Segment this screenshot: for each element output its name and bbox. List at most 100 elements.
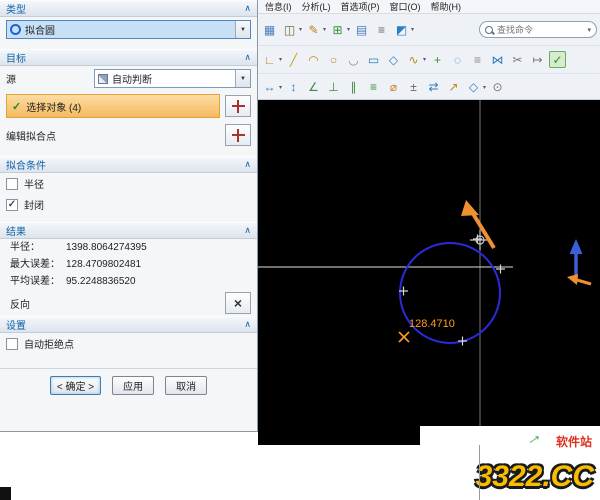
section-header-target[interactable]: 目标 ∧ [0, 49, 257, 66]
menu-preferences[interactable]: 首选项(P) [336, 0, 385, 13]
result-radius-row: 半径： 1398.8064274395 [0, 239, 257, 256]
view-icon[interactable]: ▤ [353, 21, 370, 38]
extend-icon[interactable]: ↦ [529, 51, 546, 68]
watermark-site-name: 软件站 [556, 433, 592, 450]
axis-x-arrow[interactable] [567, 274, 591, 285]
icon-strip-3: ↔▾↕∠⊥∥≡⌀±⇄↗◇▾⊙ [261, 79, 506, 96]
section-title-settings: 设置 [6, 317, 26, 332]
trim-icon[interactable]: ✂ [509, 51, 526, 68]
angle-constraint-icon[interactable]: ∠ [305, 79, 322, 96]
apply-button[interactable]: 应用 [112, 376, 154, 395]
dropdown-arrow-icon[interactable]: ▼ [235, 21, 250, 38]
rejected-point-x-marker[interactable] [399, 332, 409, 342]
result-max-error-label: 最大误差： [10, 257, 66, 272]
fillet-icon[interactable]: ◡ [345, 51, 362, 68]
closed-checkbox[interactable]: ✓ [6, 199, 18, 211]
reverse-row: 反向 × [0, 290, 257, 316]
ok-button[interactable]: < 确定 > [50, 376, 101, 395]
circle-icon[interactable]: ○ [325, 51, 342, 68]
swap-icon[interactable]: ⇄ [425, 79, 442, 96]
sheet-icon[interactable]: ▦ [261, 21, 278, 38]
spline-icon[interactable]: ∿ [405, 51, 422, 68]
deviation-dimension-label: 128.4710 [409, 318, 455, 330]
section-header-conditions[interactable]: 拟合条件 ∧ [0, 156, 257, 173]
search-dropdown-icon[interactable]: ▾ [587, 26, 591, 34]
collapse-chevron-icon[interactable]: ∧ [244, 159, 251, 170]
radius-checkbox[interactable] [6, 178, 18, 190]
dropdown-caret-icon[interactable]: ▾ [299, 26, 302, 33]
parallel-icon[interactable]: ∥ [345, 79, 362, 96]
section-title-target: 目标 [6, 50, 26, 65]
menu-help[interactable]: 帮助(H) [426, 0, 467, 13]
graphics-viewport[interactable]: 128.4710 [258, 100, 600, 445]
auto-reject-checkbox[interactable] [6, 338, 18, 350]
profile-icon[interactable]: ∟ [261, 51, 278, 68]
layers-icon[interactable]: ≡ [373, 21, 390, 38]
axis-z-arrow[interactable] [570, 239, 583, 278]
source-dropdown[interactable]: 自动判断 ▼ [94, 69, 251, 88]
section-title-conditions: 拟合条件 [6, 157, 46, 172]
line-icon[interactable]: ╱ [285, 51, 302, 68]
check-icon: ✓ [12, 100, 21, 113]
collapse-chevron-icon[interactable]: ∧ [244, 52, 251, 63]
section-header-results[interactable]: 结果 ∧ [0, 222, 257, 239]
ellipse-icon[interactable]: ◌ [449, 51, 466, 68]
source-value: 自动判断 [112, 71, 152, 86]
dialog-button-row: < 确定 > 应用 取消 [0, 368, 257, 395]
vertical-dimension-icon[interactable]: ↕ [285, 79, 302, 96]
section-header-settings[interactable]: 设置 ∧ [0, 316, 257, 333]
polygon-icon[interactable]: ◇ [385, 51, 402, 68]
collapse-chevron-icon[interactable]: ∧ [244, 3, 251, 14]
command-search-input[interactable] [497, 25, 583, 35]
render-style-icon[interactable]: ◩ [393, 21, 410, 38]
collapse-chevron-icon[interactable]: ∧ [244, 319, 251, 330]
dropdown-caret-icon[interactable]: ▾ [279, 56, 282, 63]
fit-circle-type-icon [10, 24, 21, 35]
symmetry-icon[interactable]: ± [405, 79, 422, 96]
coincident-icon[interactable]: ≡ [365, 79, 382, 96]
datum-grid-icon[interactable]: ⊞ [329, 21, 346, 38]
dropdown-arrow-icon[interactable]: ▼ [235, 70, 250, 87]
offset-curve-icon[interactable]: ≡ [469, 51, 486, 68]
window-icon[interactable]: ◫ [281, 21, 298, 38]
collapse-chevron-icon[interactable]: ∧ [244, 225, 251, 236]
dropdown-caret-icon[interactable]: ▾ [483, 84, 486, 91]
viewport-canvas[interactable]: 128.4710 [258, 100, 600, 445]
arc-icon[interactable]: ◠ [305, 51, 322, 68]
rectangle-icon[interactable]: ▭ [365, 51, 382, 68]
section-header-type[interactable]: 类型 ∧ [0, 0, 257, 17]
fit-curve-dialog: 类型 ∧ 拟合圆 ▼ 目标 ∧ 源 自动判断 ▼ ✓ 选择对象 (4) 编辑拟合… [0, 0, 258, 432]
dropdown-caret-icon[interactable]: ▾ [279, 84, 282, 91]
select-objects-row[interactable]: ✓ 选择对象 (4) [6, 94, 220, 118]
menu-information[interactable]: 信息(I) [260, 0, 297, 13]
select-objects-pick-button[interactable] [225, 95, 251, 117]
menu-analysis[interactable]: 分析(L) [297, 0, 336, 13]
point-icon[interactable]: + [429, 51, 446, 68]
edit-fit-points-button[interactable] [225, 124, 251, 146]
inferred-source-icon [98, 74, 108, 84]
rapid-dimension-icon[interactable]: ↔ [261, 79, 278, 96]
menu-window[interactable]: 窗口(O) [385, 0, 426, 13]
reverse-direction-button[interactable]: × [225, 292, 251, 314]
command-finder-box[interactable]: ▾ [479, 21, 597, 38]
fit-curve-icon[interactable]: ✓ [549, 51, 566, 68]
target-icon[interactable]: ⊙ [489, 79, 506, 96]
watermark: → 软件站 3322.CC [420, 426, 600, 500]
perpendicular-icon[interactable]: ⊥ [325, 79, 342, 96]
corner-block [0, 487, 11, 500]
mirror-curve-icon[interactable]: ⋈ [489, 51, 506, 68]
vector-icon[interactable]: ↗ [445, 79, 462, 96]
cancel-button[interactable]: 取消 [165, 376, 207, 395]
fit-type-dropdown[interactable]: 拟合圆 ▼ [6, 20, 251, 39]
dropdown-caret-icon[interactable]: ▾ [323, 26, 326, 33]
toolbar-row-1: ▦◫▾✎▾⊞▾▤≡◩▾ ▾ [258, 14, 600, 46]
dropdown-caret-icon[interactable]: ▾ [347, 26, 350, 33]
radius-checkbox-label: 半径 [24, 176, 44, 191]
shape-icon[interactable]: ◇ [465, 79, 482, 96]
sketch-icon[interactable]: ✎ [305, 21, 322, 38]
dropdown-caret-icon[interactable]: ▾ [423, 56, 426, 63]
select-objects-label: 选择对象 (4) [26, 99, 81, 114]
dropdown-caret-icon[interactable]: ▾ [411, 26, 414, 33]
diameter-icon[interactable]: ⌀ [385, 79, 402, 96]
reverse-direction-icon: × [234, 296, 242, 310]
